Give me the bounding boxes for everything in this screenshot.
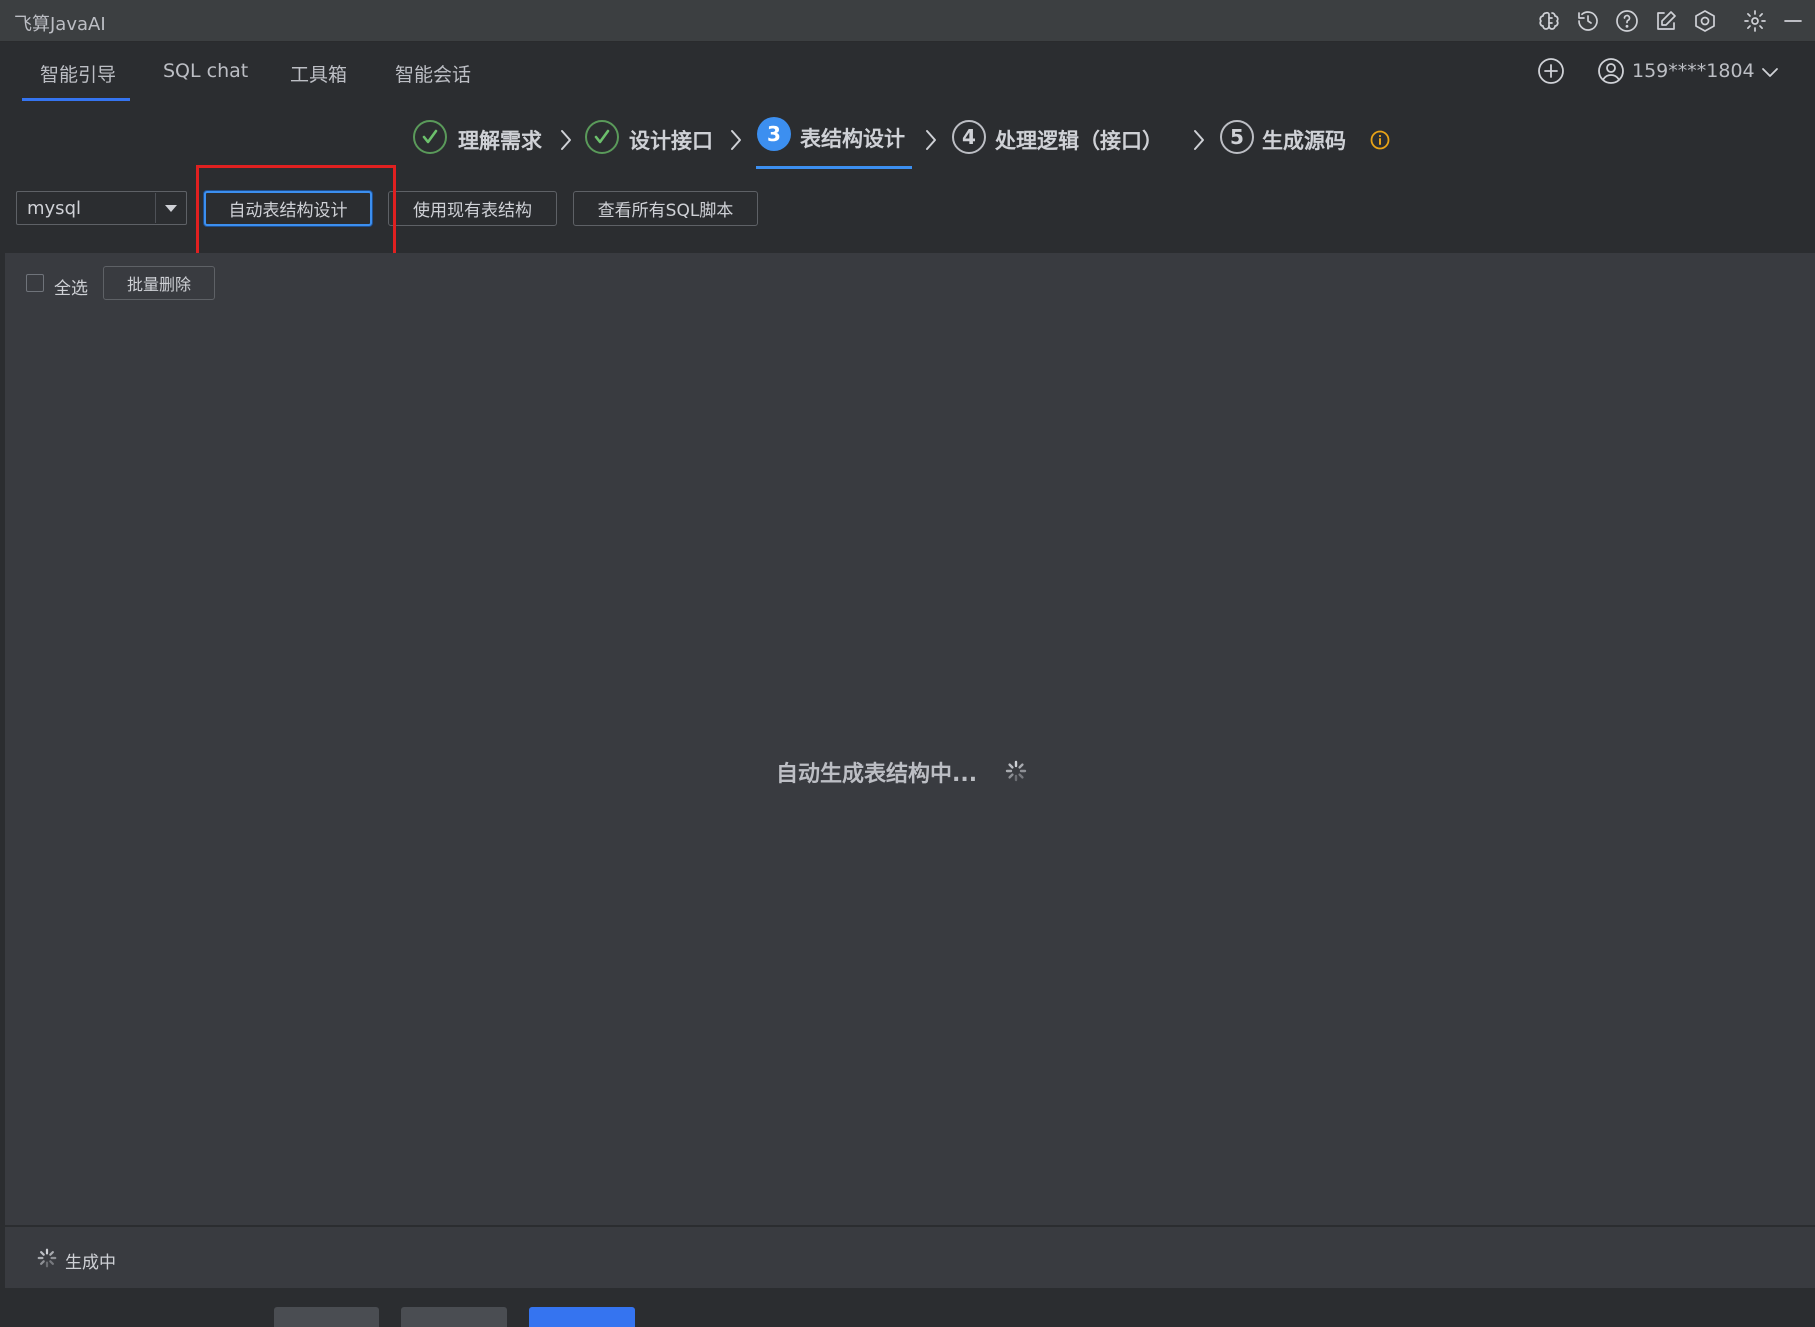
tab-smart-chat[interactable]: 智能会话 (395, 60, 471, 87)
loading-text: 自动生成表结构中... (776, 762, 978, 787)
step-3-label[interactable]: 表结构设计 (800, 123, 905, 153)
select-all-label[interactable]: 全选 (54, 274, 88, 299)
footer-button[interactable] (401, 1307, 507, 1327)
step-4-number: 4 (952, 120, 986, 154)
step-5-label[interactable]: 生成源码 (1262, 125, 1346, 155)
gear-icon[interactable] (1742, 8, 1768, 34)
footer-bar (0, 1289, 1815, 1321)
status-text: 生成中 (65, 1253, 116, 1273)
footer-primary-button[interactable] (529, 1307, 635, 1327)
user-avatar-icon[interactable] (1596, 56, 1626, 90)
status-spinner-icon (36, 1247, 58, 1269)
shield-icon[interactable] (1692, 8, 1718, 34)
brain-icon[interactable] (1536, 8, 1562, 34)
dropdown-arrow-icon[interactable] (155, 193, 186, 223)
tab-smart-guide[interactable]: 智能引导 (40, 60, 116, 87)
step-2-label[interactable]: 设计接口 (629, 125, 713, 155)
tab-toolbox[interactable]: 工具箱 (290, 60, 347, 87)
step-1-label[interactable]: 理解需求 (458, 125, 542, 155)
status-bar (5, 1226, 1815, 1288)
batch-delete-button[interactable]: 批量删除 (103, 266, 215, 300)
view-all-sql-button[interactable]: 查看所有SQL脚本 (573, 191, 758, 226)
footer-button[interactable] (274, 1307, 379, 1327)
step-2-check-icon (585, 120, 619, 154)
chevron-right-icon (922, 127, 940, 157)
app-title: 飞算JavaAI (14, 14, 106, 35)
chevron-down-icon[interactable] (1755, 57, 1785, 91)
chevron-right-icon (1190, 127, 1208, 157)
minimize-icon[interactable] (1780, 8, 1806, 34)
db-type-select[interactable]: mysql (16, 191, 187, 225)
content-area (5, 253, 1815, 1225)
loading-spinner-icon (1004, 759, 1028, 783)
history-icon[interactable] (1575, 8, 1601, 34)
chevron-right-icon (727, 127, 745, 157)
db-type-value: mysql (27, 198, 81, 219)
use-existing-table-button[interactable]: 使用现有表结构 (388, 191, 557, 226)
step-5-number: 5 (1220, 120, 1254, 154)
window-edge (0, 42, 4, 1322)
step-1-check-icon (413, 120, 447, 154)
tab-sql-chat[interactable]: SQL chat (163, 60, 248, 82)
active-step-indicator (756, 166, 912, 169)
edit-icon[interactable] (1653, 8, 1679, 34)
user-account[interactable]: 159****1804 (1632, 60, 1755, 82)
info-icon[interactable] (1370, 130, 1390, 150)
add-icon[interactable] (1536, 56, 1566, 90)
step-4-label[interactable]: 处理逻辑（接口） (995, 125, 1163, 155)
help-icon[interactable] (1614, 8, 1640, 34)
step-3-number: 3 (757, 117, 791, 151)
active-tab-indicator (22, 98, 130, 101)
select-all-checkbox[interactable] (26, 274, 44, 292)
chevron-right-icon (557, 127, 575, 157)
